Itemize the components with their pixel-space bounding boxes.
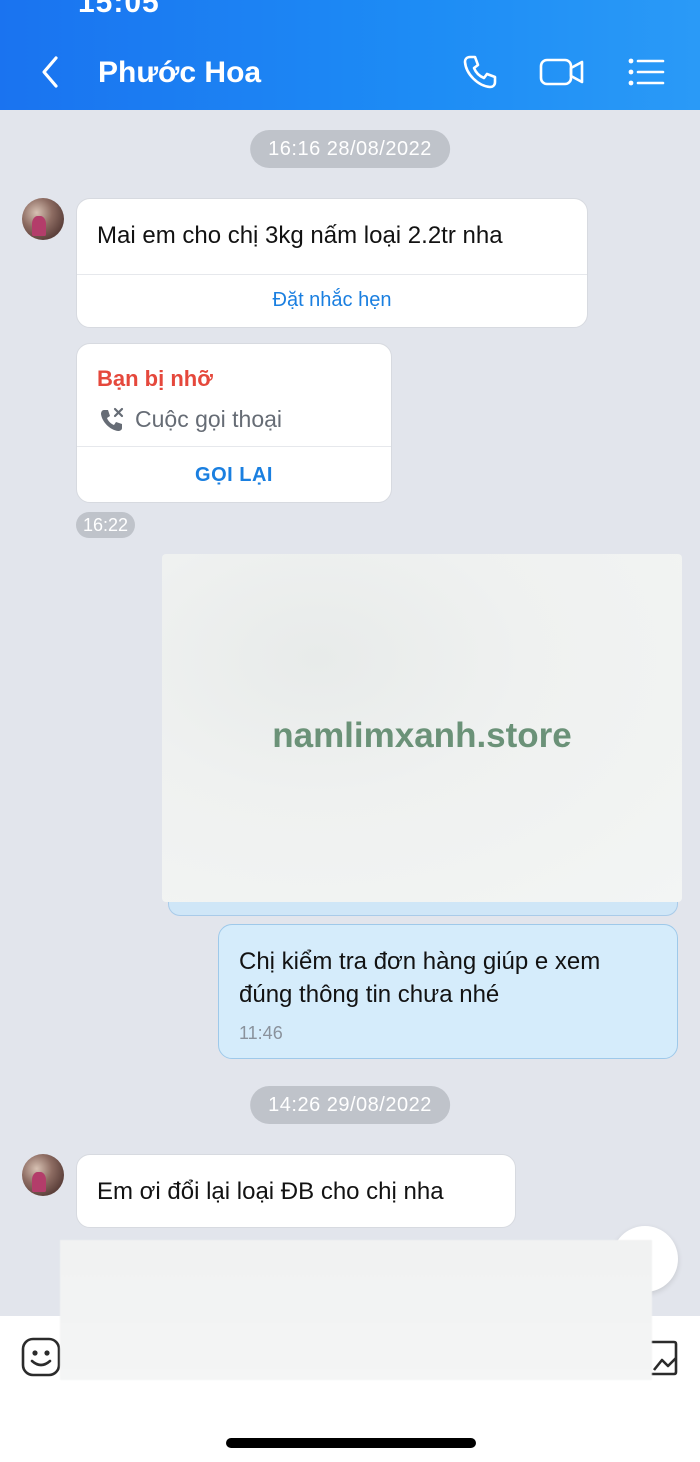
menu-button[interactable] [622,52,670,92]
missed-call-card[interactable]: Bạn bị nhỡ Cuộc gọi thoại GỌI LẠI [76,343,392,503]
home-indicator [226,1438,476,1448]
outgoing-line-1: Chị kiểm tra đơn hàng giúp e xem [239,948,601,975]
image-button[interactable] [648,1338,678,1378]
watermark-text: namlimxanh.store [272,716,572,755]
message-time: 16:22 [76,512,136,538]
emoji-icon [21,1337,61,1377]
missed-call-subtitle: Cuộc gọi thoại [99,406,282,433]
video-icon [539,58,584,86]
call-back-button[interactable]: GỌI LẠI [77,464,391,487]
blurred-region [60,1240,652,1380]
phone-icon [463,55,497,89]
image-message-frame [168,900,678,916]
contact-name[interactable]: Phước Hoa [98,56,261,90]
divider [77,446,391,447]
outgoing-message-text: Chị kiểm tra đơn hàng giúp e xem đúng th… [239,945,600,1011]
voice-call-button[interactable] [456,52,504,92]
image-icon [650,1340,678,1376]
avatar[interactable] [22,1154,64,1196]
avatar[interactable] [22,198,64,240]
missed-call-title: Bạn bị nhỡ [97,366,213,391]
message-text: Mai em cho chị 3kg nấm loại 2.2tr nha [97,222,503,249]
back-button[interactable] [36,54,66,90]
missed-call-subtitle-text: Cuộc gọi thoại [135,406,283,432]
set-reminder-button[interactable]: Đặt nhắc hẹn [77,289,587,312]
status-time: 15:05 [78,0,160,19]
back-icon [42,56,58,88]
outgoing-message-time: 11:46 [239,1023,283,1043]
missed-call-icon [101,407,124,431]
emoji-button[interactable] [20,1336,62,1378]
message-bubble[interactable]: Mai em cho chị 3kg nấm loại 2.2tr nha Đặ… [76,198,588,328]
chat-header: 15:05 Phước Hoa [0,0,700,110]
divider [77,274,587,275]
video-call-button[interactable] [538,52,586,92]
message-text: Em ơi đổi lại loại ĐB cho chị nha [97,1178,444,1205]
outgoing-message-bubble[interactable]: Chị kiểm tra đơn hàng giúp e xem đúng th… [218,924,678,1059]
date-separator: 14:26 29/08/2022 [250,1086,450,1124]
date-separator: 16:16 28/08/2022 [250,130,450,168]
outgoing-line-2: đúng thông tin chưa nhé [239,981,500,1008]
message-bubble[interactable]: Em ơi đổi lại loại ĐB cho chị nha [76,1154,516,1228]
chat-screen: 15:05 Phước Hoa 16:16 28/08/2022 Mai em … [0,0,700,1462]
image-message[interactable]: namlimxanh.store [162,554,682,902]
menu-list-icon [628,58,665,86]
